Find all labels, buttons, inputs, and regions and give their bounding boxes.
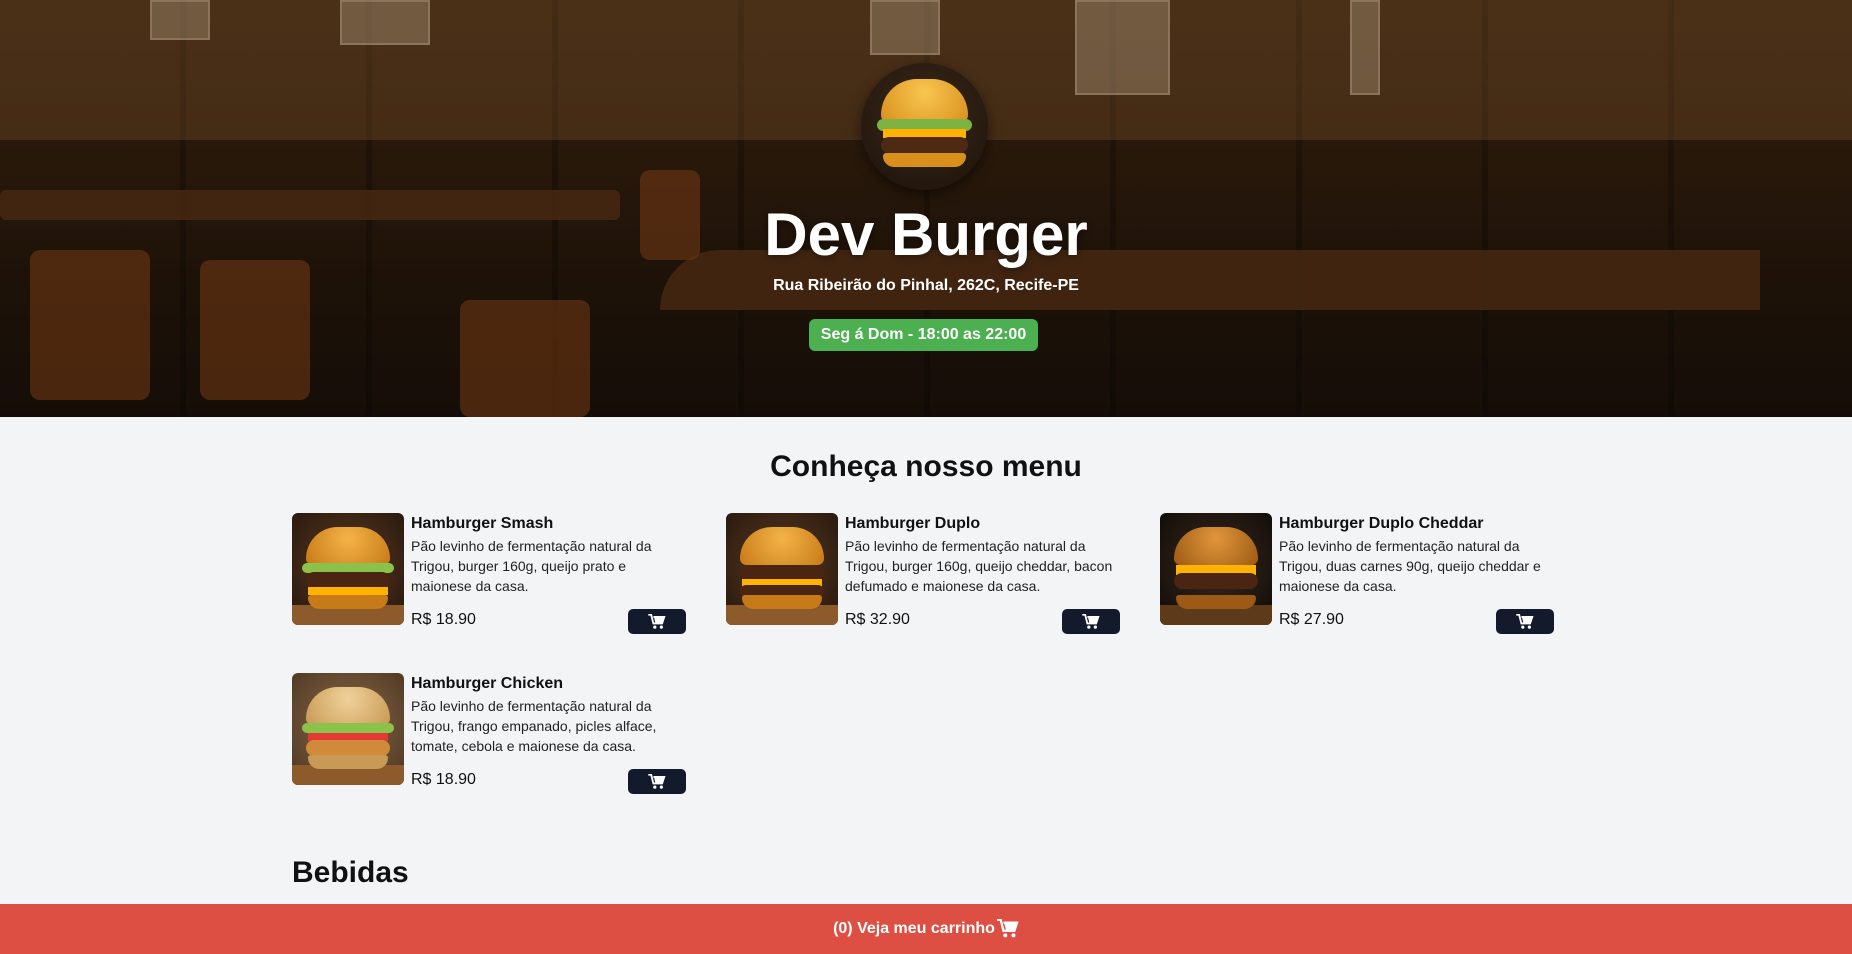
opening-hours-badge: Seg á Dom - 18:00 as 22:00 <box>809 319 1038 351</box>
cart-icon <box>1082 613 1100 630</box>
cart-icon <box>997 919 1019 939</box>
view-cart-content: (0) Veja meu carrinho <box>833 919 1019 939</box>
burger-logo <box>861 63 988 190</box>
hero-content: Dev Burger Rua Ribeirão do Pinhal, 262C,… <box>0 0 1852 417</box>
drinks-section-title: Bebidas <box>292 856 409 889</box>
restaurant-address: Rua Ribeirão do Pinhal, 262C, Recife-PE <box>773 277 1079 294</box>
item-price: R$ 18.90 <box>411 611 476 628</box>
burger-photo <box>292 673 404 785</box>
item-description: Pão levinho de fermentação natural da Tr… <box>845 538 1113 594</box>
hero-banner: Dev Burger Rua Ribeirão do Pinhal, 262C,… <box>0 0 1852 417</box>
cart-icon <box>648 613 666 630</box>
burger-photo <box>726 513 838 625</box>
menu-title: Conheça nosso menu <box>770 450 1082 483</box>
add-to-cart-button[interactable] <box>1062 609 1120 634</box>
cart-icon <box>1516 613 1534 630</box>
item-price: R$ 18.90 <box>411 771 476 788</box>
item-price: R$ 32.90 <box>845 611 910 628</box>
item-description: Pão levinho de fermentação natural da Tr… <box>1279 538 1541 594</box>
burger-photo <box>292 513 404 625</box>
menu-item: Hamburger Duplo Pão levinho de fermentaç… <box>726 513 1120 634</box>
view-cart-button[interactable]: (0) Veja meu carrinho <box>0 904 1852 954</box>
item-description: Pão levinho de fermentação natural da Tr… <box>411 698 657 754</box>
restaurant-name: Dev Burger <box>764 201 1088 268</box>
item-name: Hamburger Chicken <box>411 675 564 692</box>
item-name: Hamburger Duplo <box>845 515 981 532</box>
item-name: Hamburger Smash <box>411 515 554 532</box>
item-name: Hamburger Duplo Cheddar <box>1279 515 1484 532</box>
add-to-cart-button[interactable] <box>628 769 686 794</box>
add-to-cart-button[interactable] <box>628 609 686 634</box>
item-price: R$ 27.90 <box>1279 611 1344 628</box>
menu-item: Hamburger Duplo Cheddar Pão levinho de f… <box>1160 513 1554 634</box>
burger-photo <box>1160 513 1272 625</box>
menu-item: Hamburger Chicken Pão levinho de ferment… <box>292 673 686 794</box>
view-cart-label: (0) Veja meu carrinho <box>833 920 995 937</box>
item-description: Pão levinho de fermentação natural da Tr… <box>411 538 652 594</box>
add-to-cart-button[interactable] <box>1496 609 1554 634</box>
cart-icon <box>648 773 666 790</box>
menu-item: Hamburger Smash Pão levinho de fermentaç… <box>292 513 686 634</box>
